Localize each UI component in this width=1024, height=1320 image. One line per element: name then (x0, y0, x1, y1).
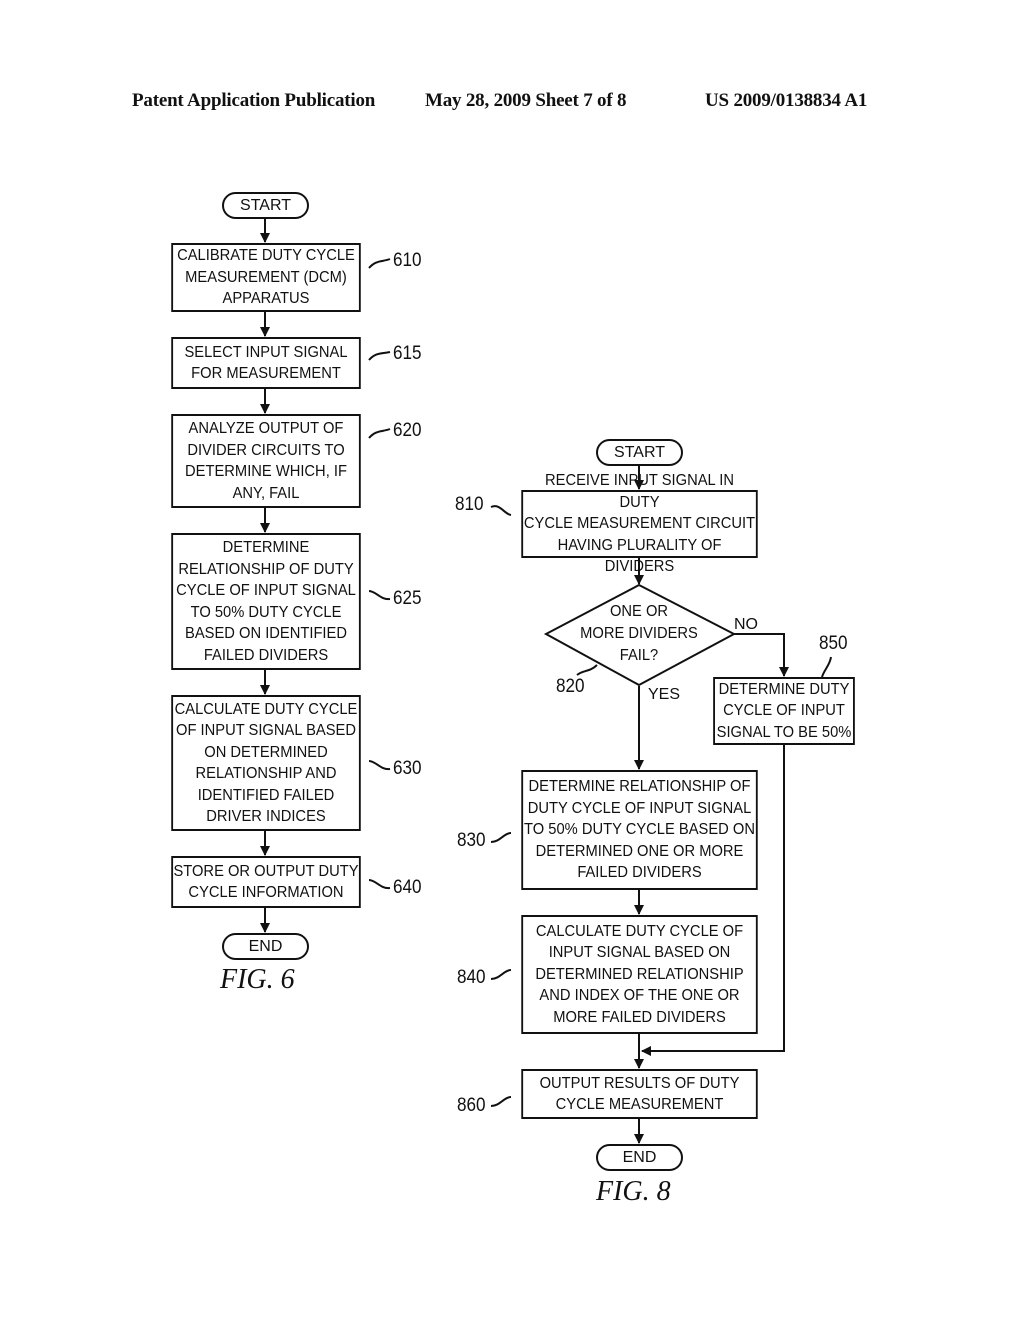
leader-630 (368, 760, 391, 771)
leader-620 (368, 428, 391, 439)
fig8-step-860: OUTPUT RESULTS OF DUTY CYCLE MEASUREMENT (521, 1069, 758, 1119)
ref-820: 820 (556, 676, 585, 697)
fig6-step-620: ANALYZE OUTPUT OF DIVIDER CIRCUITS TO DE… (171, 414, 361, 508)
fig6-step-630: CALCULATE DUTY CYCLE OF INPUT SIGNAL BAS… (171, 695, 361, 831)
ref-840: 840 (457, 967, 486, 988)
fig8-decision-820-text: ONE OR MORE DIVIDERS FAIL? (580, 603, 698, 664)
fig8-step-840: CALCULATE DUTY CYCLE OF INPUT SIGNAL BAS… (521, 915, 758, 1034)
fig8-step-850: DETERMINE DUTY CYCLE OF INPUT SIGNAL TO … (713, 677, 855, 745)
fig8-step-810-text: RECEIVE INPUT SIGNAL IN DUTY CYCLE MEASU… (523, 472, 756, 576)
fig6-step-610-text: CALIBRATE DUTY CYCLE MEASUREMENT (DCM) A… (177, 247, 355, 308)
fig8-end-terminal: END (596, 1144, 683, 1171)
leader-640 (368, 879, 391, 890)
connector-layer (260, 218, 832, 1144)
ref-830: 830 (457, 830, 486, 851)
fig8-step-830-text: DETERMINE RELATIONSHIP OF DUTY CYCLE OF … (524, 778, 755, 882)
fig6-end-terminal: END (222, 933, 309, 960)
ref-625: 625 (393, 588, 422, 609)
leader-850 (821, 656, 832, 678)
fig6-step-640-text: STORE OR OUTPUT DUTY CYCLE INFORMATION (173, 862, 359, 902)
fig8-step-840-text: CALCULATE DUTY CYCLE OF INPUT SIGNAL BAS… (535, 922, 744, 1026)
fig8-start-terminal: START (596, 439, 683, 466)
fig6-step-620-text: ANALYZE OUTPUT OF DIVIDER CIRCUITS TO DE… (185, 420, 347, 502)
leader-610 (368, 258, 391, 269)
ref-615: 615 (393, 343, 422, 364)
fig6-start-label: START (240, 196, 291, 214)
ref-610: 610 (393, 250, 422, 271)
decision-no-label: NO (734, 616, 758, 633)
fig6-step-625: DETERMINE RELATIONSHIP OF DUTY CYCLE OF … (171, 533, 361, 670)
fig8-start-label: START (614, 443, 665, 461)
fig6-step-610: CALIBRATE DUTY CYCLE MEASUREMENT (DCM) A… (171, 243, 361, 312)
ref-630: 630 (393, 758, 422, 779)
fig8-caption: FIG. 8 (596, 1176, 671, 1207)
fig6-start-terminal: START (222, 192, 309, 219)
fig8-step-810: RECEIVE INPUT SIGNAL IN DUTY CYCLE MEASU… (521, 472, 758, 575)
leader-615 (368, 351, 391, 361)
leader-840 (490, 969, 512, 980)
leader-830 (490, 832, 512, 843)
fig8-end-label: END (622, 1148, 657, 1166)
fig6-step-640: STORE OR OUTPUT DUTY CYCLE INFORMATION (171, 856, 361, 908)
fig6-end-label: END (248, 937, 283, 955)
ref-620: 620 (393, 420, 422, 441)
leader-625 (368, 590, 391, 601)
fig6-caption: FIG. 6 (220, 964, 295, 995)
ref-860: 860 (457, 1095, 486, 1116)
decision-yes-label: YES (648, 686, 681, 703)
fig8-step-830: DETERMINE RELATIONSHIP OF DUTY CYCLE OF … (521, 770, 758, 890)
ref-850: 850 (819, 633, 848, 654)
leader-810 (490, 505, 512, 516)
leader-860 (490, 1096, 512, 1107)
fig6-step-615-text: SELECT INPUT SIGNAL FOR MEASUREMENT (184, 343, 348, 383)
fig8-step-860-text: OUTPUT RESULTS OF DUTY CYCLE MEASUREMENT (539, 1074, 740, 1114)
fig6-step-630-text: CALCULATE DUTY CYCLE OF INPUT SIGNAL BAS… (174, 700, 358, 826)
fig8-step-850-text: DETERMINE DUTY CYCLE OF INPUT SIGNAL TO … (716, 680, 852, 741)
ref-810: 810 (455, 494, 484, 515)
fig6-step-615: SELECT INPUT SIGNAL FOR MEASUREMENT (171, 337, 361, 389)
ref-640: 640 (393, 877, 422, 898)
fig6-step-625-text: DETERMINE RELATIONSHIP OF DUTY CYCLE OF … (176, 539, 356, 664)
arrow-820-850-no (734, 633, 789, 677)
